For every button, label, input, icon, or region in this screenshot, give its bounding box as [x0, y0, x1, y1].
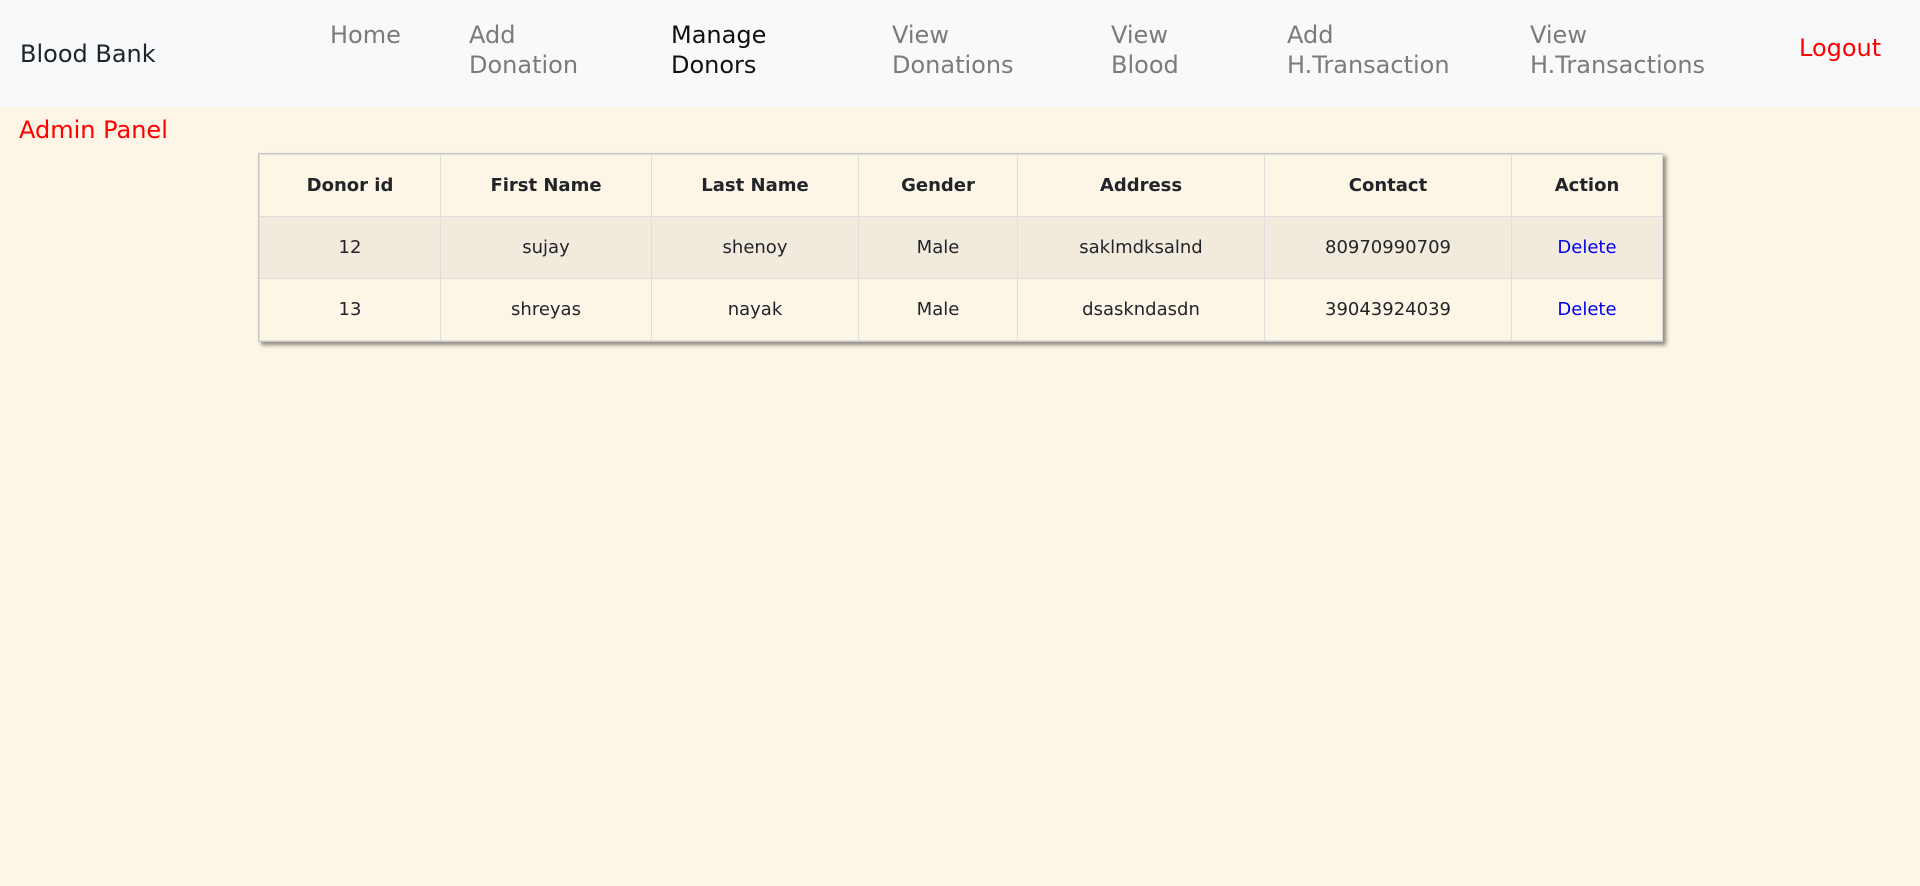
- nav-link-view-blood[interactable]: View Blood: [1111, 20, 1179, 80]
- nav-link-add-h-transaction-line2: H.Transaction: [1287, 51, 1450, 79]
- cell-action: Delete: [1511, 216, 1663, 279]
- nav-link-add-h-transaction[interactable]: Add H.Transaction: [1287, 20, 1450, 80]
- brand-link[interactable]: Blood Bank: [20, 40, 156, 68]
- nav-link-view-h-transactions-line2: H.Transactions: [1530, 51, 1706, 79]
- nav-link-manage-donors[interactable]: Manage Donors: [671, 20, 766, 80]
- nav-link-view-donations[interactable]: View Donations: [892, 20, 1014, 80]
- nav-link-view-h-transactions[interactable]: View H.Transactions: [1530, 20, 1705, 80]
- logout-link[interactable]: Logout: [1799, 34, 1881, 62]
- nav-link-add-donation-line1: Add: [469, 21, 516, 49]
- cell-first-name: sujay: [440, 216, 652, 279]
- delete-link[interactable]: Delete: [1557, 299, 1616, 320]
- nav-link-home-label: Home: [330, 21, 401, 49]
- nav-link-view-h-transactions-line1: View: [1530, 21, 1587, 49]
- cell-address: saklmdksalnd: [1017, 216, 1265, 279]
- cell-first-name: shreyas: [440, 278, 652, 341]
- nav-link-manage-donors-line1: Manage: [671, 21, 767, 49]
- nav-link-view-donations-line2: Donations: [892, 51, 1014, 79]
- cell-contact: 80970990709: [1264, 216, 1512, 279]
- cell-address: dsaskndasdn: [1017, 278, 1265, 341]
- nav-link-manage-donors-line2: Donors: [671, 51, 757, 79]
- nav-link-home[interactable]: Home: [330, 20, 401, 50]
- nav-link-view-blood-line1: View: [1111, 21, 1168, 49]
- header-first-name: First Name: [440, 154, 652, 217]
- cell-gender: Male: [858, 216, 1018, 279]
- header-action: Action: [1511, 154, 1663, 217]
- header-gender: Gender: [858, 154, 1018, 217]
- cell-donor-id: 12: [259, 216, 441, 279]
- nav-link-add-h-transaction-line1: Add: [1287, 21, 1334, 49]
- donors-table-container: Donor id First Name Last Name Gender Add…: [258, 153, 1663, 342]
- donors-table: Donor id First Name Last Name Gender Add…: [259, 154, 1663, 341]
- header-last-name: Last Name: [651, 154, 859, 217]
- cell-contact: 39043924039: [1264, 278, 1512, 341]
- table-row: 13 shreyas nayak Male dsaskndasdn 390439…: [259, 278, 1663, 341]
- header-contact: Contact: [1264, 154, 1512, 217]
- cell-last-name: shenoy: [651, 216, 859, 279]
- header-address: Address: [1017, 154, 1265, 217]
- cell-gender: Male: [858, 278, 1018, 341]
- nav-link-view-donations-line1: View: [892, 21, 949, 49]
- nav-link-add-donation-line2: Donation: [469, 51, 579, 79]
- header-donor-id: Donor id: [259, 154, 441, 217]
- cell-donor-id: 13: [259, 278, 441, 341]
- navbar: Blood Bank Home Add Donation Manage Dono…: [0, 0, 1920, 107]
- page-title: Admin Panel: [19, 116, 168, 144]
- delete-link[interactable]: Delete: [1557, 237, 1616, 258]
- table-row: 12 sujay shenoy Male saklmdksalnd 809709…: [259, 216, 1663, 279]
- cell-last-name: nayak: [651, 278, 859, 341]
- cell-action: Delete: [1511, 278, 1663, 341]
- nav-link-view-blood-line2: Blood: [1111, 51, 1179, 79]
- nav-link-add-donation[interactable]: Add Donation: [469, 20, 578, 80]
- table-header-row: Donor id First Name Last Name Gender Add…: [259, 154, 1663, 217]
